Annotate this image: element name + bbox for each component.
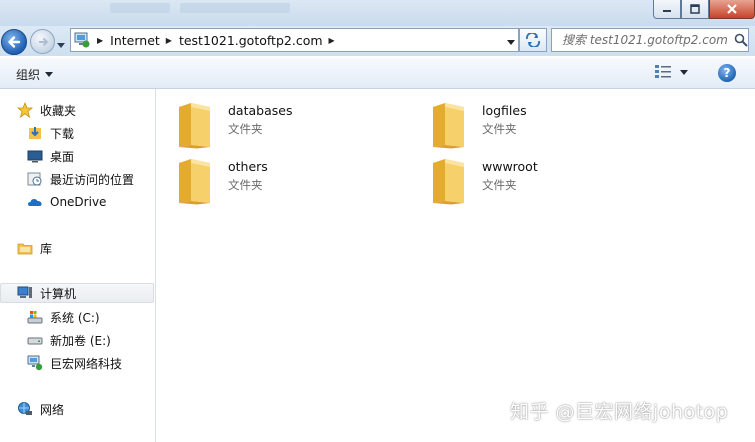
drive-icon: [26, 331, 44, 349]
nav-item-drive-e[interactable]: 新加卷 (E:): [26, 330, 111, 350]
command-bar: 组织 ?: [0, 58, 755, 89]
nav-favorites[interactable]: 收藏夹: [16, 100, 76, 120]
onedrive-icon: [26, 193, 44, 211]
nav-favorites-label: 收藏夹: [40, 103, 77, 118]
close-button[interactable]: [709, 0, 755, 19]
address-bar-row: ▶ Internet ▶ test1021.gotoftp2.com ▶: [0, 26, 755, 56]
folder-type: 文件夹: [228, 122, 263, 136]
nav-item-label: 巨宏网络科技: [50, 356, 123, 371]
recent-pages-button[interactable]: [57, 37, 65, 51]
folder-type: 文件夹: [228, 178, 263, 192]
address-history-button[interactable]: [507, 34, 515, 48]
download-icon: [26, 124, 44, 142]
forward-button[interactable]: [30, 29, 55, 54]
desktop-icon: [26, 147, 44, 165]
file-list: databases 文件夹 logfiles 文件夹 others 文件夹 ww…: [156, 89, 755, 442]
nav-item-label: 系统 (C:): [50, 310, 100, 325]
nav-item-label: 桌面: [50, 149, 75, 164]
folder-name: logfiles: [482, 103, 527, 118]
help-icon: ?: [723, 66, 731, 80]
folder-name: wwwroot: [482, 159, 538, 174]
network-location-icon: [74, 32, 90, 48]
nav-item-network-location[interactable]: 巨宏网络科技: [26, 353, 122, 373]
maximize-button[interactable]: [681, 0, 709, 19]
title-bar-ghost: [180, 3, 290, 13]
folder-type: 文件夹: [482, 122, 517, 136]
nav-item-label: OneDrive: [50, 195, 107, 209]
nav-item-label: 最近访问的位置: [50, 172, 135, 187]
title-bar: [0, 0, 755, 26]
folder-type: 文件夹: [482, 178, 517, 192]
nav-item-label: 新加卷 (E:): [50, 333, 111, 348]
minimize-icon: [663, 10, 671, 12]
nav-item-recent-places[interactable]: 最近访问的位置: [26, 169, 134, 189]
folder-item-wwwroot[interactable]: wwwroot 文件夹: [430, 157, 538, 205]
nav-item-desktop[interactable]: 桌面: [26, 146, 74, 166]
title-bar-ghost: [110, 3, 170, 13]
caption-buttons: [653, 0, 755, 19]
change-view-button[interactable]: [655, 65, 688, 79]
nav-computer-label: 计算机: [40, 286, 77, 301]
nav-network-label: 网络: [40, 402, 65, 417]
nav-item-drive-c[interactable]: 系统 (C:): [26, 307, 100, 327]
folder-text: databases 文件夹: [228, 101, 292, 137]
folder-text: others 文件夹: [228, 157, 268, 193]
nav-network[interactable]: 网络: [16, 399, 64, 419]
nav-item-downloads[interactable]: 下载: [26, 123, 74, 143]
forward-arrow-icon: [38, 37, 48, 46]
search-input[interactable]: [560, 32, 734, 48]
navigation-pane: 收藏夹 下载 桌面 最近访问的位置 OneDrive 库 计算机 系统 (C:)…: [0, 89, 156, 442]
search-box: [551, 28, 749, 52]
search-icon[interactable]: [734, 33, 748, 47]
system-drive-icon: [26, 308, 44, 326]
recent-places-icon: [26, 170, 44, 188]
breadcrumb-separator-icon[interactable]: ▶: [97, 36, 103, 45]
chevron-down-icon: [507, 40, 515, 45]
folder-text: wwwroot 文件夹: [482, 157, 538, 193]
nav-item-label: 下载: [50, 126, 75, 141]
chevron-down-icon: [57, 43, 65, 48]
computer-icon: [16, 284, 34, 302]
close-icon: [727, 4, 737, 14]
help-button[interactable]: ?: [718, 64, 736, 82]
network-icon: [16, 400, 34, 418]
star-icon: [16, 101, 34, 119]
back-button[interactable]: [1, 29, 27, 55]
nav-computer[interactable]: 计算机: [0, 283, 154, 303]
back-arrow-icon: [8, 36, 21, 48]
details-view-icon: [655, 65, 671, 78]
nav-item-onedrive[interactable]: OneDrive: [26, 192, 106, 212]
breadcrumb-item-host[interactable]: test1021.gotoftp2.com: [179, 33, 323, 48]
breadcrumb-item-internet[interactable]: Internet: [110, 33, 160, 48]
folder-name: others: [228, 159, 268, 174]
watermark: 知乎 @巨宏网络johotop: [510, 401, 729, 423]
folder-item-others[interactable]: others 文件夹: [176, 157, 268, 205]
library-icon: [16, 239, 34, 257]
refresh-icon: [526, 33, 540, 47]
folder-icon: [433, 159, 464, 205]
maximize-icon: [690, 4, 700, 14]
chevron-down-icon: [45, 72, 54, 77]
folder-text: logfiles 文件夹: [482, 101, 527, 137]
breadcrumb-separator-icon[interactable]: ▶: [166, 36, 172, 45]
folder-name: databases: [228, 103, 293, 118]
folder-icon: [433, 103, 464, 149]
nav-libraries[interactable]: 库: [16, 238, 52, 258]
breadcrumb: ▶ Internet ▶ test1021.gotoftp2.com ▶: [91, 33, 342, 48]
address-field[interactable]: ▶ Internet ▶ test1021.gotoftp2.com ▶: [70, 28, 519, 52]
chevron-down-icon: [680, 69, 688, 75]
refresh-button[interactable]: [519, 28, 547, 52]
folder-item-logfiles[interactable]: logfiles 文件夹: [430, 101, 527, 149]
minimize-button[interactable]: [653, 0, 681, 19]
network-location-icon: [26, 354, 44, 372]
folder-icon: [179, 159, 210, 205]
breadcrumb-separator-icon[interactable]: ▶: [329, 36, 335, 45]
organize-menu-button[interactable]: 组织: [16, 66, 54, 83]
organize-label: 组织: [16, 68, 41, 82]
folder-item-databases[interactable]: databases 文件夹: [176, 101, 292, 149]
nav-libraries-label: 库: [40, 241, 53, 256]
folder-icon: [179, 103, 210, 149]
